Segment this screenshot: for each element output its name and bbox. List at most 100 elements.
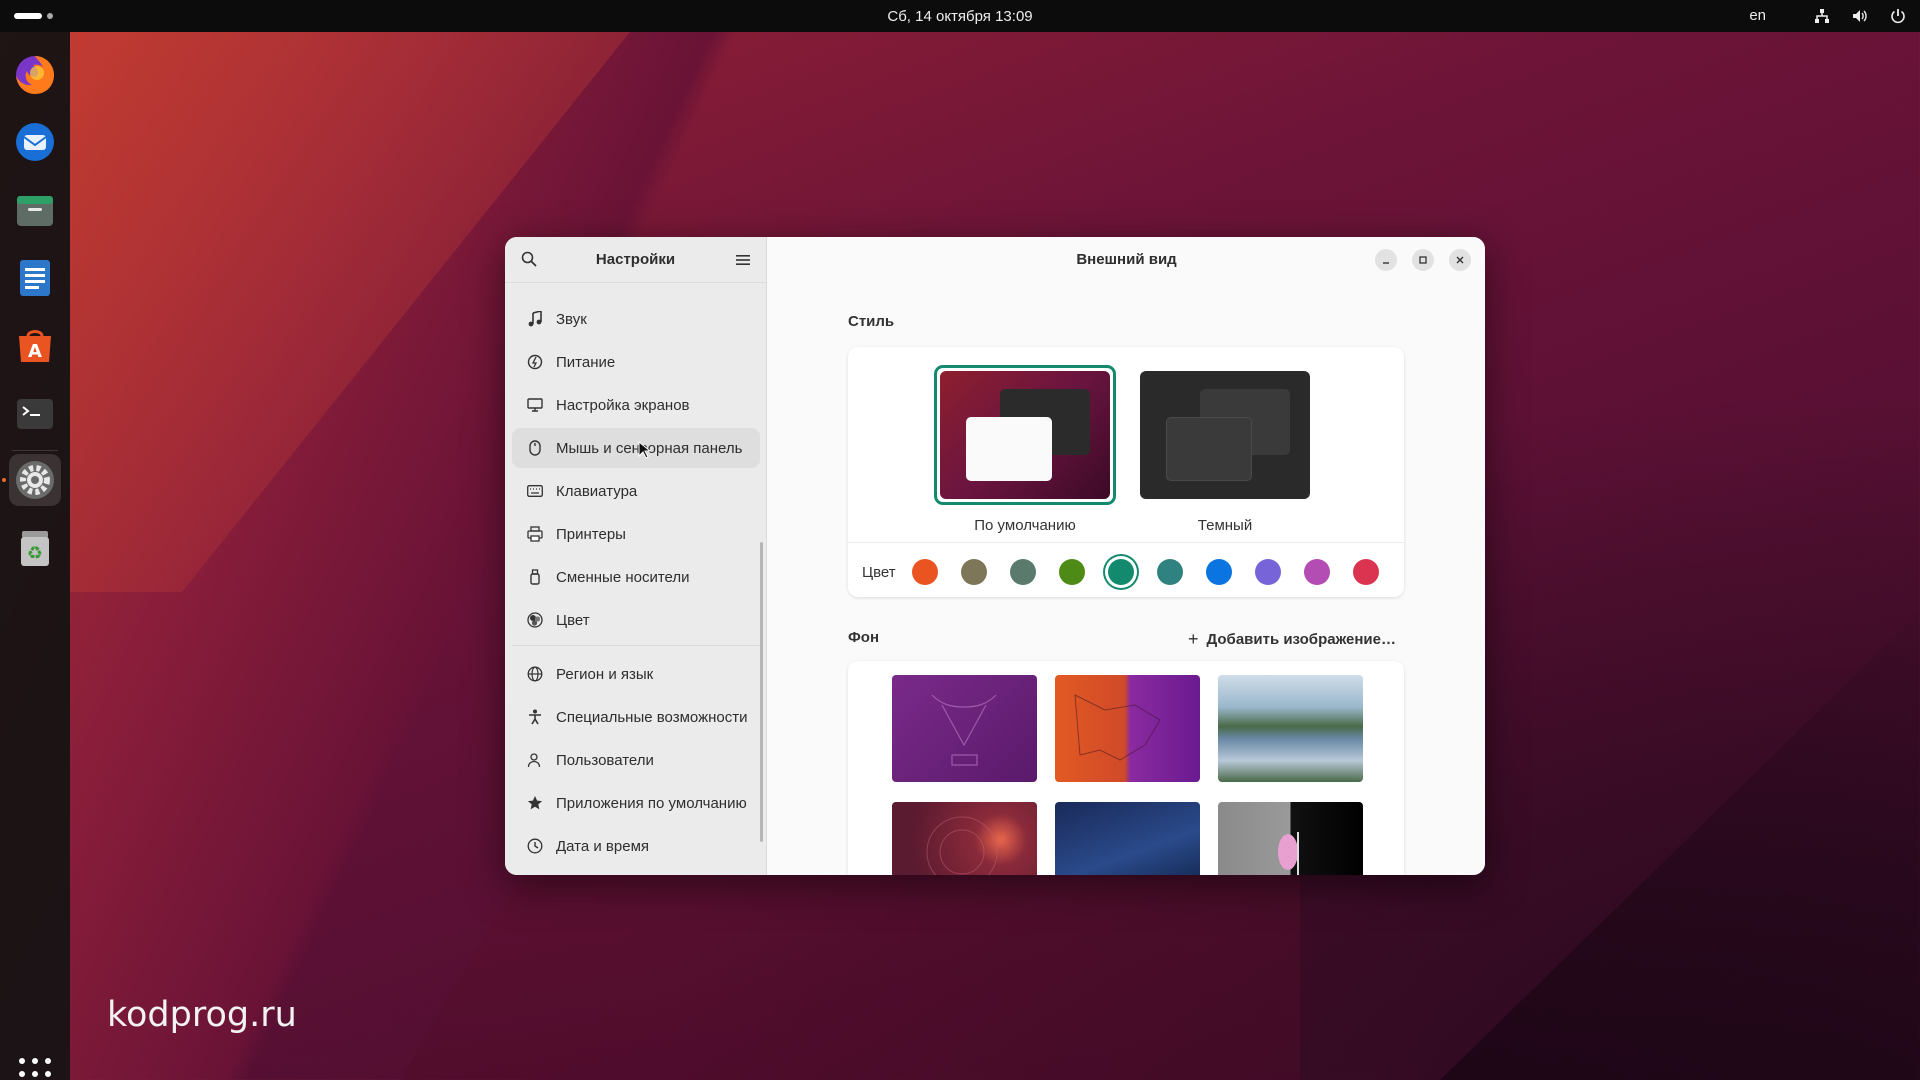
sidebar-item-power[interactable]: Питание	[512, 342, 760, 382]
dock: A ♻	[0, 32, 70, 1080]
power-icon	[526, 353, 544, 371]
background-section-label: Фон	[848, 629, 880, 646]
accent-swatch-red[interactable]	[1352, 559, 1379, 585]
accent-swatch-bark[interactable]	[960, 559, 987, 585]
style-option-default[interactable]: По умолчанию	[934, 365, 1116, 534]
globe-icon	[526, 665, 544, 683]
settings-window: Настройки Звук Питание Настройка экранов…	[505, 237, 1485, 875]
sidebar-item-removable-media[interactable]: Сменные носители	[512, 557, 760, 597]
sidebar-item-keyboard[interactable]: Клавиатура	[512, 471, 760, 511]
sidebar-item-label: Дата и время	[556, 837, 650, 855]
sidebar-item-users[interactable]: Пользователи	[512, 740, 760, 780]
wallpaper-thumbnail[interactable]	[892, 675, 1037, 782]
sidebar-item-label: Приложения по умолчанию	[556, 794, 747, 812]
star-icon	[526, 794, 544, 812]
style-section-label: Стиль	[848, 313, 895, 330]
color-icon	[526, 611, 544, 629]
card-divider	[848, 542, 1404, 543]
sidebar-item-accessibility[interactable]: Специальные возможности	[512, 697, 760, 737]
files-icon[interactable]	[9, 184, 61, 236]
style-thumbnail-dark	[1140, 371, 1310, 499]
top-bar: Сб, 14 октября 13:09 en	[0, 0, 1920, 32]
maximize-button[interactable]	[1412, 249, 1434, 271]
mouse-icon	[526, 439, 544, 457]
users-icon	[526, 751, 544, 769]
sidebar-item-label: Цвет	[556, 611, 590, 629]
running-indicator	[2, 478, 6, 482]
sidebar-item-color[interactable]: Цвет	[512, 600, 760, 640]
show-apps-button[interactable]	[19, 1058, 51, 1080]
thunderbird-icon[interactable]	[9, 116, 61, 168]
style-card: По умолчанию Темный Цвет	[848, 347, 1404, 597]
sidebar-item-displays[interactable]: Настройка экранов	[512, 385, 760, 425]
dock-separator	[12, 450, 58, 451]
wallpaper-thumbnail[interactable]	[1055, 675, 1200, 782]
sidebar-item-sound[interactable]: Звук	[512, 299, 760, 339]
accent-swatch-olive[interactable]	[1058, 559, 1085, 585]
accent-swatch-teal[interactable]	[1156, 559, 1183, 585]
sidebar-item-label: Специальные возможности	[556, 708, 748, 726]
sidebar-title: Настройки	[595, 251, 676, 268]
network-icon	[1814, 8, 1830, 24]
sidebar-item-label: Клавиатура	[556, 482, 638, 500]
clock[interactable]: Сб, 14 октября 13:09	[0, 8, 1920, 25]
accent-swatch-blue[interactable]	[1205, 559, 1232, 585]
sidebar-divider	[512, 645, 760, 646]
mouse-pointer-icon	[638, 441, 650, 459]
style-option-label: По умолчанию	[974, 517, 1076, 534]
sidebar-scrollbar[interactable]	[760, 542, 763, 842]
style-option-dark[interactable]: Темный	[1140, 371, 1310, 534]
firefox-icon[interactable]	[9, 48, 61, 100]
svg-text:A: A	[28, 341, 42, 362]
svg-text:♻: ♻	[27, 543, 43, 564]
terminal-icon[interactable]	[9, 388, 61, 440]
keyboard-layout-indicator[interactable]: en	[1749, 7, 1766, 24]
accent-swatch-orange[interactable]	[911, 559, 938, 585]
add-image-label: Добавить изображение…	[1206, 631, 1396, 648]
accessibility-icon	[526, 708, 544, 726]
wallpaper-thumbnail[interactable]	[1218, 675, 1363, 782]
accent-swatch-purple[interactable]	[1254, 559, 1281, 585]
wallpaper-thumbnail[interactable]	[1055, 802, 1200, 875]
sidebar-item-label: Сменные носители	[556, 568, 690, 586]
hamburger-menu-icon[interactable]	[736, 253, 750, 271]
style-option-label: Темный	[1197, 517, 1253, 534]
accent-swatch-viridian[interactable]	[1107, 559, 1134, 585]
sidebar-item-date-time[interactable]: Дата и время	[512, 826, 760, 866]
sidebar-item-label: Звук	[556, 310, 587, 328]
color-label: Цвет	[862, 563, 896, 581]
sidebar-item-region[interactable]: Регион и язык	[512, 654, 760, 694]
app-center-icon[interactable]: A	[9, 320, 61, 372]
sidebar-item-printers[interactable]: Принтеры	[512, 514, 760, 554]
style-thumbnail-default	[940, 371, 1110, 499]
accent-swatch-magenta[interactable]	[1303, 559, 1330, 585]
settings-icon[interactable]	[9, 454, 61, 506]
sidebar-item-default-apps[interactable]: Приложения по умолчанию	[512, 783, 760, 823]
writer-icon[interactable]	[9, 252, 61, 304]
minimize-button[interactable]	[1375, 249, 1397, 271]
sidebar-item-label: Регион и язык	[556, 665, 654, 683]
background-card	[848, 661, 1404, 875]
selected-frame	[934, 365, 1116, 505]
sidebar-item-label: Пользователи	[556, 751, 654, 769]
sidebar-item-mouse[interactable]: Мышь и сенсорная панель	[512, 428, 760, 468]
system-tray[interactable]: en	[1749, 7, 1906, 24]
usb-drive-icon	[526, 568, 544, 586]
watermark-text: kodprog.ru	[107, 995, 297, 1035]
add-image-button[interactable]: + Добавить изображение…	[1188, 629, 1396, 650]
trash-icon[interactable]: ♻	[9, 522, 61, 574]
music-note-icon	[526, 310, 544, 328]
wallpaper-thumbnail[interactable]	[892, 802, 1037, 875]
close-button[interactable]	[1449, 249, 1471, 271]
volume-icon	[1852, 8, 1868, 24]
printer-icon	[526, 525, 544, 543]
appearance-panel: Внешний вид Стиль По умолчанию Темный Цв…	[768, 237, 1485, 875]
plus-icon: +	[1188, 629, 1199, 649]
settings-sidebar: Настройки Звук Питание Настройка экранов…	[505, 237, 767, 875]
sidebar-header: Настройки	[505, 237, 766, 283]
wallpaper-thumbnail[interactable]	[1218, 802, 1363, 875]
panel-header: Внешний вид	[768, 237, 1485, 283]
sidebar-item-label: Принтеры	[556, 525, 626, 543]
sidebar-item-label: Питание	[556, 353, 616, 371]
accent-swatch-sage[interactable]	[1009, 559, 1036, 585]
